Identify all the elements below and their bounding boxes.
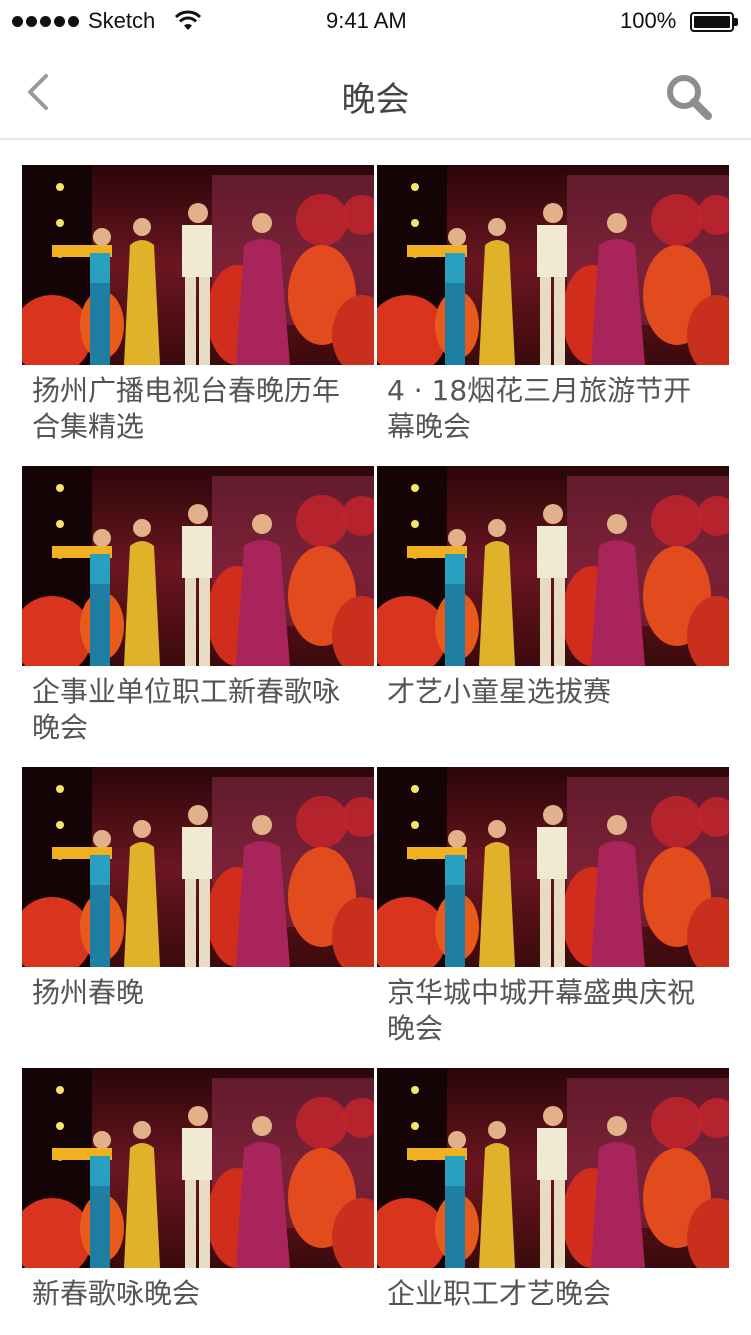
navigation-bar: 晚会 [0,44,751,140]
program-title: 扬州春晚 [32,976,145,1009]
wifi-icon [174,10,202,30]
signal-strength-icon [12,16,79,28]
program-thumbnail [22,466,374,666]
battery-percent: 100% [620,8,677,33]
search-icon[interactable] [664,72,716,120]
program-title: 企事业单位职工新春歌咏晚会 [32,675,341,744]
page-title: 晚会 [341,80,410,120]
program-title: 新春歌咏晚会 [32,1277,201,1310]
status-bar: Sketch 9:41 AM 100% [0,0,751,44]
program-card[interactable]: 企业职工才艺晚会 [377,1068,729,1335]
battery-icon [690,12,738,32]
program-card[interactable]: 4 · 18烟花三月旅游节开幕晚会 [377,165,729,466]
program-thumbnail [377,466,729,666]
program-thumbnail [377,1068,729,1268]
carrier-name: Sketch [88,8,156,33]
program-thumbnail [377,767,729,967]
program-title: 企业职工才艺晚会 [387,1277,612,1310]
program-title: 4 · 18烟花三月旅游节开幕晚会 [387,374,692,443]
status-time: 9:41 AM [326,8,407,33]
program-thumbnail [377,165,729,365]
program-card[interactable]: 企事业单位职工新春歌咏晚会 [22,466,374,767]
program-card[interactable]: 扬州春晚 [22,767,374,1068]
program-card[interactable]: 京华城中城开幕盛典庆祝晚会 [377,767,729,1068]
program-card[interactable]: 才艺小童星选拔赛 [377,466,729,767]
program-thumbnail [22,165,374,365]
program-title: 才艺小童星选拔赛 [387,675,612,708]
program-card[interactable]: 新春歌咏晚会 [22,1068,374,1335]
program-card[interactable]: 扬州广播电视台春晚历年合集精选 [22,165,374,466]
program-grid: 扬州广播电视台春晚历年合集精选 4 · 18烟花三月旅游节开幕晚会 企事业单位职… [22,165,729,1335]
program-thumbnail [22,767,374,967]
program-title: 京华城中城开幕盛典庆祝晚会 [387,976,696,1045]
program-thumbnail [22,1068,374,1268]
program-title: 扬州广播电视台春晚历年合集精选 [32,374,341,443]
